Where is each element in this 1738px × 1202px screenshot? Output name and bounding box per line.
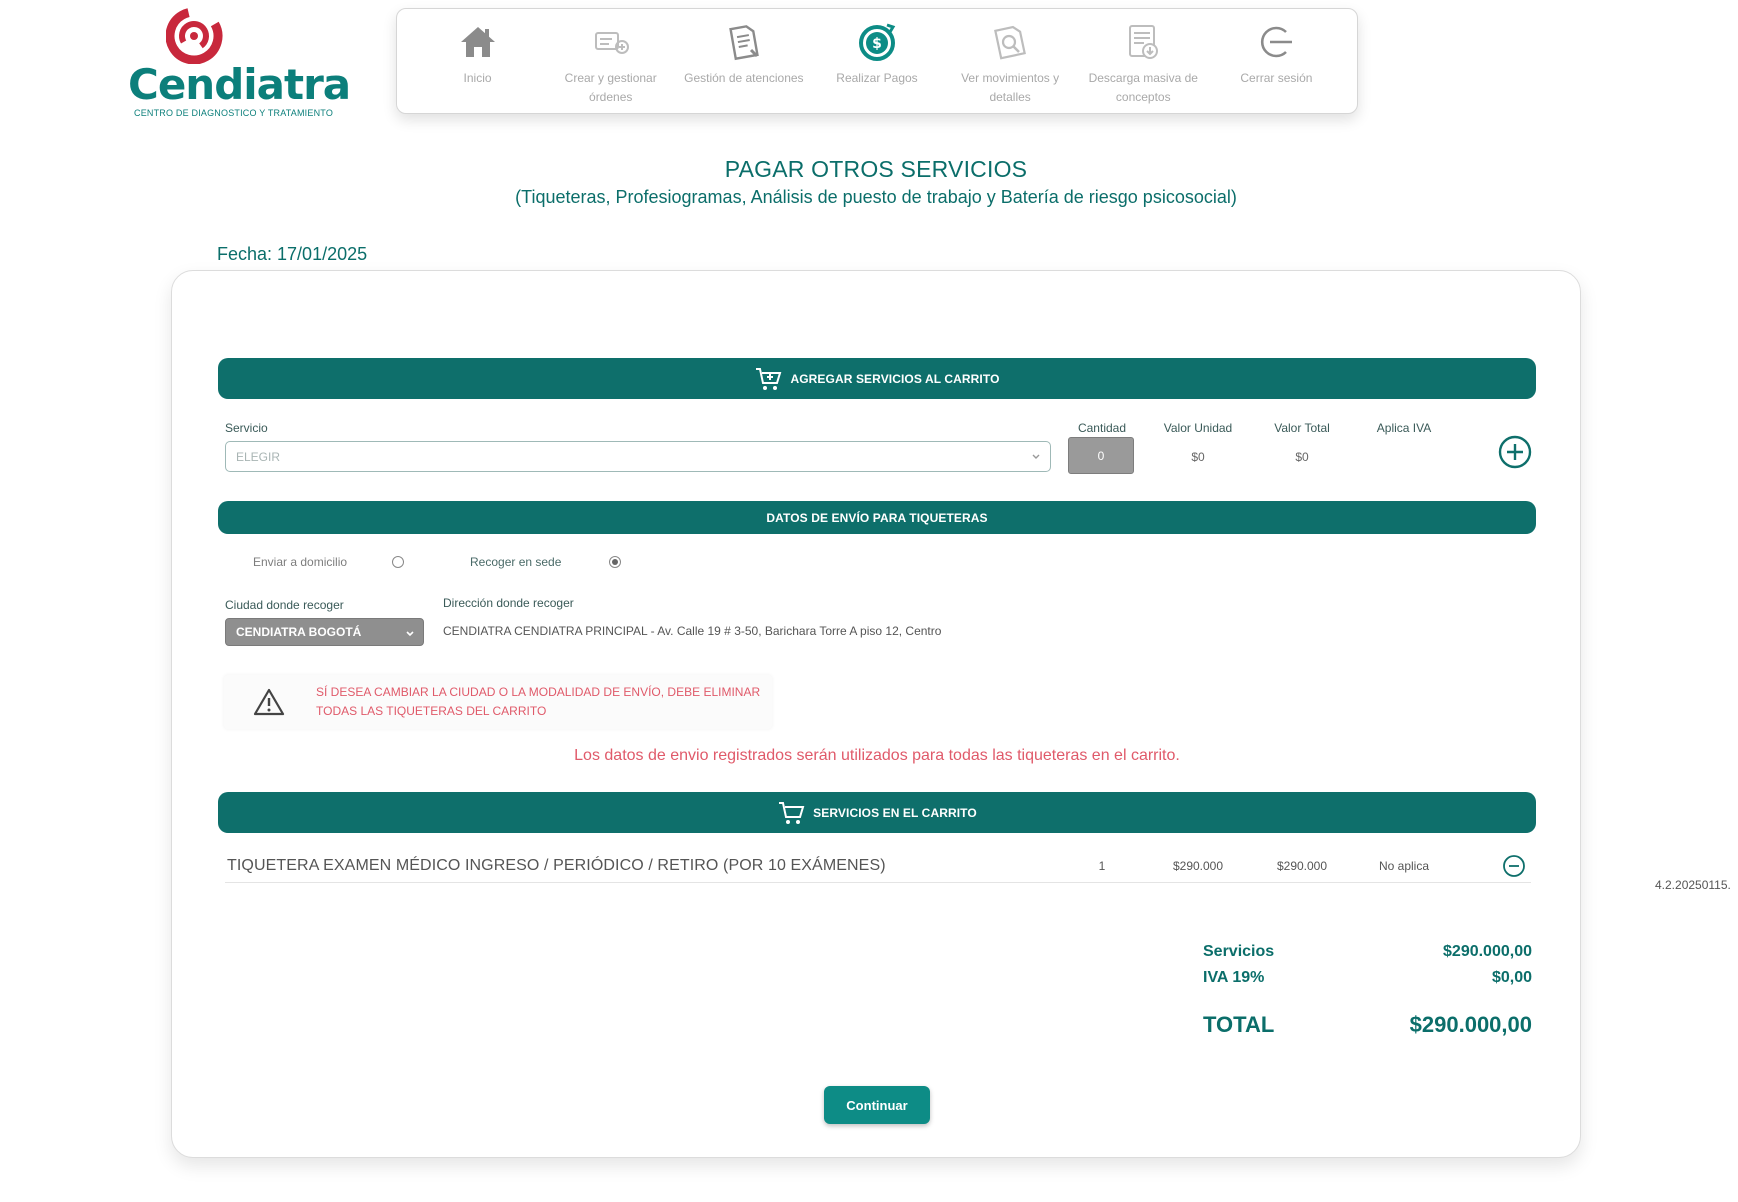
valor-total-label: Valor Total [1274,421,1330,435]
top-navigation: Inicio Crear y gestionar órdenes Gestión… [396,8,1358,114]
iva-value: $0,00 [1491,969,1532,986]
logout-icon [1255,21,1297,63]
cendiatra-logo[interactable]: Cendiatra CENTRO DE DIAGNOSTICO Y TRATAM… [128,8,351,118]
recoger-sede-label: Recoger en sede [470,555,562,569]
nav-label: Inicio [463,71,492,85]
payment-icon: $ [856,21,898,63]
cart-item-valor-unidad: $290.000 [1172,859,1224,873]
nav-item-inicio[interactable]: Inicio [411,9,544,113]
warning-alert: SÍ DESEA CAMBIAR LA CIUDAD O LA MODALIDA… [224,675,772,729]
servicio-select[interactable]: ELEGIR [225,441,1051,472]
search-document-icon [989,21,1031,63]
add-service-button[interactable] [1498,435,1532,469]
nav-label: Gestión de atenciones [684,71,804,85]
nav-item-crear-ordenes[interactable]: Crear y gestionar órdenes [544,9,677,113]
nav-item-gestion-atenciones[interactable]: Gestión de atenciones [677,9,810,113]
servicios-label: Servicios [1203,943,1275,960]
cart-item-aplica-iva: No aplica [1378,859,1430,873]
enviar-domicilio-label: Enviar a domicilio [253,555,348,569]
cart-icon [777,799,805,827]
ciudad-label: Ciudad donde recoger [225,598,344,612]
date-label: Fecha: 17/01/2025 [217,244,368,264]
version-label: 4.2.20250115. [1655,878,1731,892]
total-label: TOTAL [1203,1012,1275,1037]
cart-item-cantidad: 1 [1098,859,1106,873]
download-icon [1122,21,1164,63]
valor-unidad-value: $0 [1191,450,1205,464]
clipboard-icon [723,21,765,63]
cart-item-name: TIQUETERA EXAMEN MÉDICO INGRESO / PERIÓD… [227,857,886,874]
add-services-title: AGREGAR SERVICIOS AL CARRITO [790,371,1000,386]
logo-tagline: CENTRO DE DIAGNOSTICO Y TRATAMIENTO [134,108,334,118]
nav-item-descarga-masiva[interactable]: Descarga masiva de conceptos [1077,9,1210,113]
cantidad-label: Cantidad [1077,421,1127,435]
servicio-label: Servicio [225,421,268,435]
continuar-button[interactable]: Continuar [824,1086,930,1124]
shipping-title: DATOS DE ENVÍO PARA TIQUETERAS [766,510,988,525]
total-value: $290.000,00 [1409,1012,1532,1037]
cart-title: SERVICIOS EN EL CARRITO [813,805,977,820]
nav-item-cerrar-sesion[interactable]: Cerrar sesión [1210,9,1343,113]
ciudad-select[interactable]: CENDIATRA BOGOTÁ [225,618,424,646]
shipping-header: DATOS DE ENVÍO PARA TIQUETERAS [218,501,1536,534]
iva-label: IVA 19% [1203,969,1265,986]
nav-label: Ver movimientos y detalles [961,71,1060,104]
ciudad-select-value: CENDIATRA BOGOTÁ [236,625,362,639]
chevron-down-icon [406,631,414,637]
aplica-iva-label: Aplica IVA [1376,421,1432,435]
recoger-sede-radio[interactable] [609,556,621,568]
page-title: PAGAR OTROS SERVICIOS [724,156,1028,182]
nav-label: Realizar Pagos [836,71,918,85]
nav-item-realizar-pagos[interactable]: $ Realizar Pagos [810,9,943,113]
logo-mark-icon [166,8,223,64]
chevron-down-icon [1032,454,1040,459]
direccion-value: CENDIATRA CENDIATRA PRINCIPAL - Av. Call… [443,624,942,638]
nav-item-ver-movimientos[interactable]: Ver movimientos y detalles [944,9,1077,113]
warning-icon [253,688,285,716]
cart-item-row: TIQUETERA EXAMEN MÉDICO INGRESO / PERIÓD… [225,845,1531,883]
nav-label: Crear y gestionar órdenes [564,71,657,104]
warning-text: SÍ DESEA CAMBIAR LA CIUDAD O LA MODALIDA… [316,685,761,718]
cart-item-valor-total: $290.000 [1276,859,1328,873]
page-subtitle: (Tiqueteras, Profesiogramas, Análisis de… [515,187,1237,207]
enviar-domicilio-radio[interactable] [392,556,404,568]
servicios-value: $290.000,00 [1443,943,1532,960]
valor-unidad-label: Valor Unidad [1163,421,1233,435]
cantidad-input[interactable]: 0 [1068,437,1134,474]
cart-header: SERVICIOS EN EL CARRITO [218,792,1536,833]
nav-label: Cerrar sesión [1240,71,1313,85]
direccion-label: Dirección donde recoger [443,596,574,610]
remove-item-button[interactable] [1502,854,1526,878]
shipping-note: Los datos de envio registrados serán uti… [574,747,1180,764]
nav-label: Descarga masiva de conceptos [1088,71,1198,104]
cart-add-icon [754,365,782,393]
orders-icon [590,21,632,63]
logo-wordmark: Cendiatra [128,60,351,109]
valor-total-value: $0 [1295,450,1309,464]
servicio-select-value: ELEGIR [236,449,281,464]
home-icon [457,21,499,63]
payment-card: AGREGAR SERVICIOS AL CARRITO Servicio Ca… [171,270,1581,1158]
svg-text:$: $ [872,36,882,52]
add-services-header: AGREGAR SERVICIOS AL CARRITO [218,358,1536,399]
